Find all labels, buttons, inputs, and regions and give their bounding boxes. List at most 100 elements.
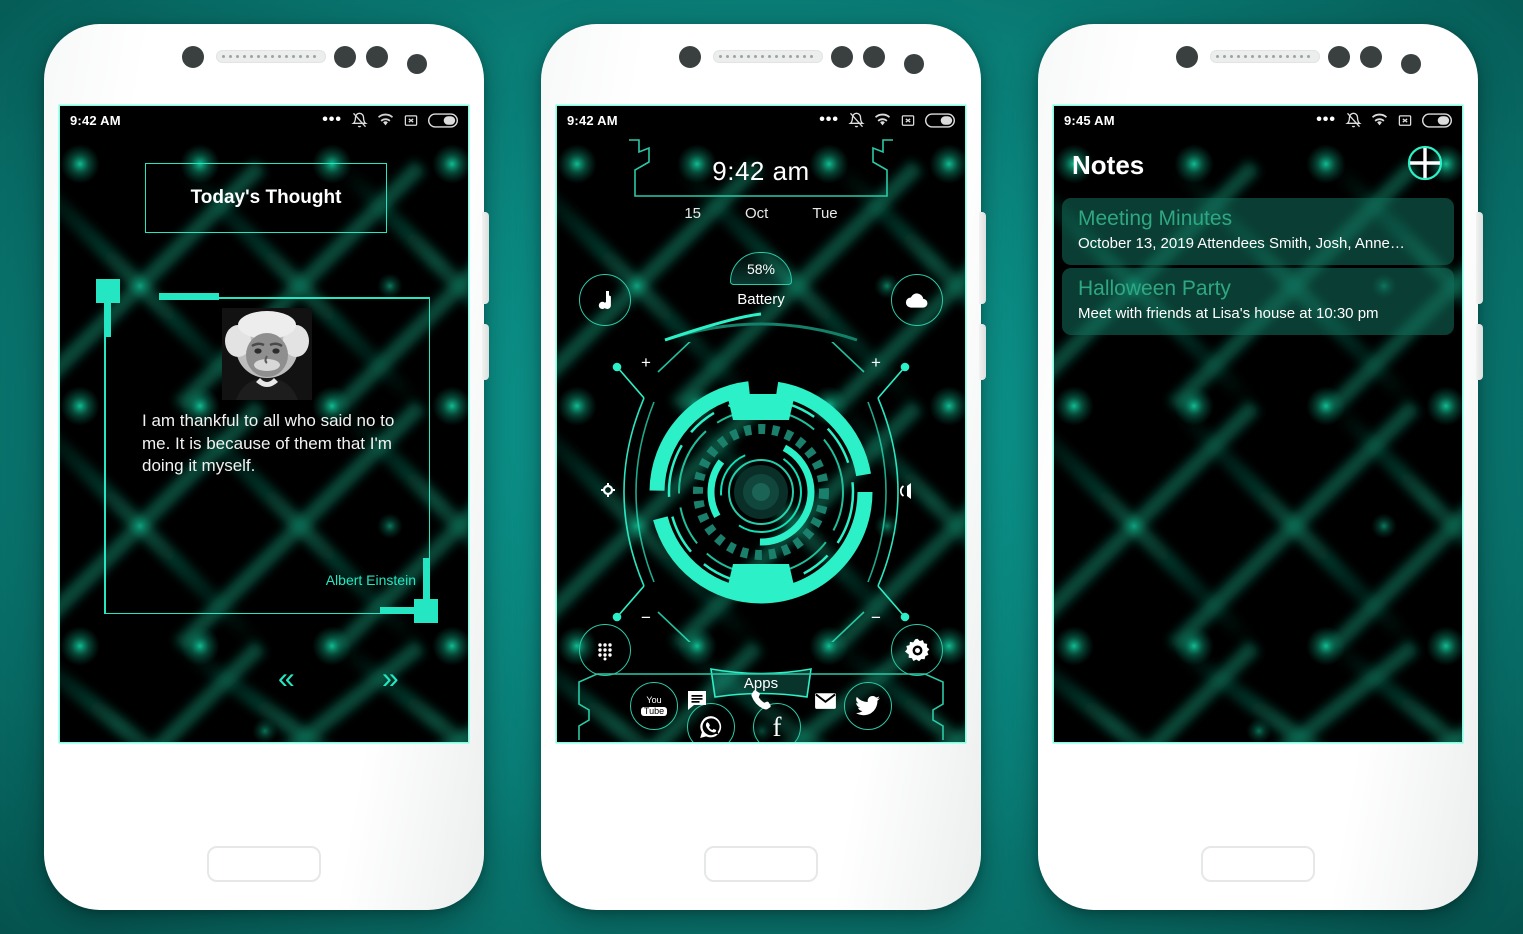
battery-dome: 58% xyxy=(730,252,792,285)
clock-widget[interactable]: 9:42 am 15 Oct Tue xyxy=(557,138,965,222)
battery-icon xyxy=(1422,112,1452,128)
sim-x-icon xyxy=(404,114,418,126)
cloud-icon xyxy=(905,293,928,308)
sim-x-icon xyxy=(901,114,915,126)
sensor-icon xyxy=(831,46,853,68)
weather-shortcut[interactable] xyxy=(891,274,943,326)
message-icon xyxy=(687,691,706,710)
frame-stub-top xyxy=(159,293,219,300)
note-title: Meeting Minutes xyxy=(1078,207,1233,230)
note-preview: Meet with friends at Lisa's house at 10:… xyxy=(1078,305,1379,322)
proximity-sensor-icon xyxy=(1360,46,1382,68)
frame-stub-bottom xyxy=(380,607,422,614)
more-dots-icon: ••• xyxy=(819,111,839,128)
quote-text: I am thankful to all who said no to me. … xyxy=(142,411,395,476)
status-bar: 9:42 AM ••• xyxy=(60,106,468,134)
battery-percent: 58% xyxy=(746,260,776,277)
svg-text:−: − xyxy=(641,608,651,627)
sensor-icon xyxy=(1328,46,1350,68)
status-time: 9:42 AM xyxy=(70,112,121,128)
list-item[interactable]: Halloween Party Meet with friends at Lis… xyxy=(1062,268,1454,335)
front-camera-icon xyxy=(1176,46,1198,68)
led-indicator-icon xyxy=(1401,54,1421,74)
device-top-bezel xyxy=(541,24,981,108)
frame-line-left xyxy=(104,310,106,614)
sim-x-icon xyxy=(1398,114,1412,126)
date-weekday: Tue xyxy=(812,205,838,222)
status-icons: ••• xyxy=(819,112,955,128)
plus-circle-icon xyxy=(1407,145,1443,181)
screen-notes: 9:45 AM ••• Notes Meeting Minutes Octobe… xyxy=(1054,106,1462,742)
led-indicator-icon xyxy=(407,54,427,74)
volume-button[interactable] xyxy=(979,212,986,304)
more-dots-icon: ••• xyxy=(1316,111,1336,128)
list-item[interactable]: Meeting Minutes October 13, 2019 Attende… xyxy=(1062,198,1454,265)
page-title: Today's Thought xyxy=(190,187,342,208)
svg-text:−: − xyxy=(871,608,881,627)
power-button[interactable] xyxy=(1476,324,1483,380)
dock-icons xyxy=(557,688,965,713)
frame-corner-top-left xyxy=(96,279,120,303)
battery-label: Battery xyxy=(737,291,785,308)
status-bar: 9:45 AM ••• xyxy=(1054,106,1462,134)
front-camera-icon xyxy=(679,46,701,68)
mail-icon xyxy=(814,693,836,709)
device-top-bezel xyxy=(1038,24,1478,108)
quote-card: I am thankful to all who said no to me. … xyxy=(96,279,438,623)
note-preview: October 13, 2019 Attendees Smith, Josh, … xyxy=(1078,235,1405,252)
frame-stub-right xyxy=(423,558,430,606)
wifi-icon xyxy=(874,113,891,126)
earpiece-speaker xyxy=(216,50,326,63)
home-button[interactable] xyxy=(1201,846,1315,882)
add-note-button[interactable] xyxy=(1406,144,1444,187)
clock-date: 15 Oct Tue xyxy=(557,205,965,222)
front-camera-icon xyxy=(182,46,204,68)
bell-muted-icon xyxy=(1345,112,1362,128)
battery-icon xyxy=(925,112,955,128)
volume-button[interactable] xyxy=(1476,212,1483,304)
earpiece-speaker xyxy=(713,50,823,63)
home-button[interactable] xyxy=(207,846,321,882)
power-button[interactable] xyxy=(482,324,489,380)
next-quote-button[interactable]: » xyxy=(382,664,399,694)
wifi-icon xyxy=(377,113,394,126)
clock-time: 9:42 am xyxy=(712,156,810,186)
previous-quote-button[interactable]: « xyxy=(278,664,295,694)
volume-button[interactable] xyxy=(482,212,489,304)
music-note-icon xyxy=(598,291,611,309)
proximity-sensor-icon xyxy=(366,46,388,68)
music-shortcut[interactable] xyxy=(579,274,631,326)
bell-muted-icon xyxy=(848,112,865,128)
status-icons: ••• xyxy=(1316,112,1452,128)
home-button[interactable] xyxy=(704,846,818,882)
screen-thought: 9:42 AM ••• Today's Thought I am thankfu… xyxy=(60,106,468,742)
page-title: Notes xyxy=(1072,150,1145,180)
hud-ring-widget[interactable]: + + − − xyxy=(596,335,926,649)
dock-bar xyxy=(557,666,965,742)
battery-arc xyxy=(664,312,858,342)
svg-text:+: + xyxy=(641,353,651,372)
power-button[interactable] xyxy=(979,324,986,380)
device-top-bezel xyxy=(44,24,484,108)
frame-line-bottom xyxy=(104,612,424,614)
date-day: 15 xyxy=(684,205,702,222)
battery-widget[interactable]: 58% Battery xyxy=(661,252,861,349)
phone-device-notes: 9:45 AM ••• Notes Meeting Minutes Octobe… xyxy=(1038,24,1483,910)
earpiece-speaker xyxy=(1210,50,1320,63)
screen-launcher: 9:42 AM ••• 9:42 am 15 Oct Tue 58% Batte… xyxy=(557,106,965,742)
svg-text:+: + xyxy=(871,353,881,372)
battery-icon xyxy=(428,112,458,128)
status-icons: ••• xyxy=(322,112,458,128)
wifi-icon xyxy=(1371,113,1388,126)
status-time: 9:45 AM xyxy=(1064,112,1115,128)
todays-thought-header: Today's Thought xyxy=(145,163,387,233)
gear-icon xyxy=(904,638,929,661)
notes-header: Notes xyxy=(1054,144,1462,187)
more-dots-icon: ••• xyxy=(322,111,342,128)
author-portrait xyxy=(222,308,312,400)
dialpad-icon xyxy=(598,643,612,661)
status-time: 9:42 AM xyxy=(567,112,618,128)
phone-icon xyxy=(750,690,771,710)
date-month: Oct xyxy=(745,205,769,222)
led-indicator-icon xyxy=(904,54,924,74)
